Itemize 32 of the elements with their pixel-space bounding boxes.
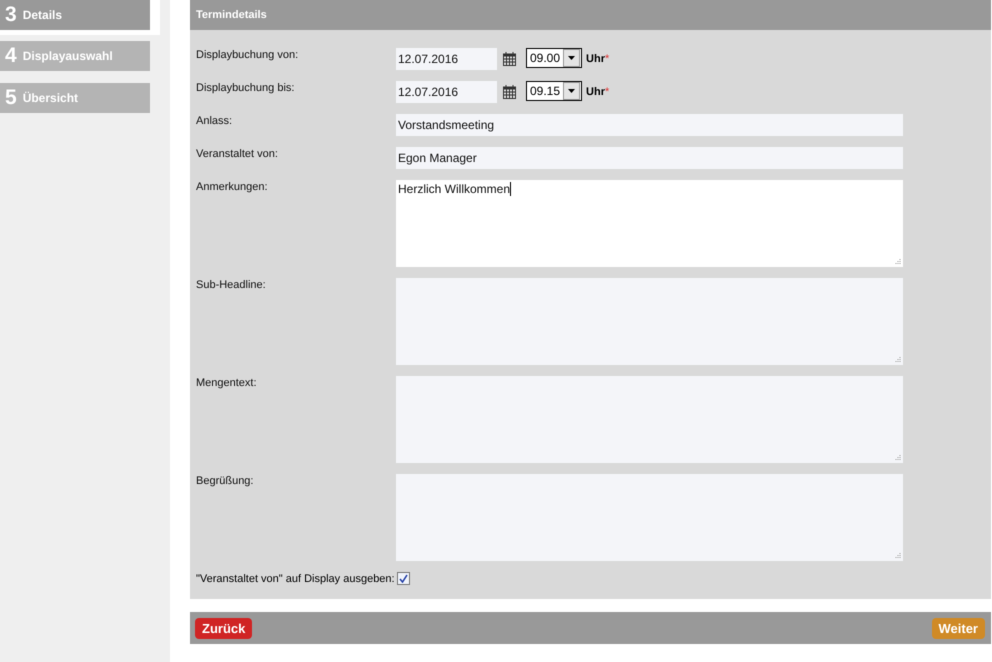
unit-label: Uhr xyxy=(586,86,605,98)
time-select[interactable]: 09.15 xyxy=(526,81,582,101)
resize-grip-icon[interactable] xyxy=(894,258,901,265)
panel-header: Termindetails xyxy=(190,0,991,30)
resize-grip-icon[interactable] xyxy=(894,552,901,559)
unit-label: Uhr xyxy=(586,53,605,65)
field-label: Mengentext: xyxy=(196,376,258,389)
checkbox[interactable] xyxy=(396,572,410,585)
calendar-icon[interactable] xyxy=(503,52,516,66)
checkmark-icon xyxy=(398,574,408,583)
text-field[interactable]: Egon Manager xyxy=(396,147,903,169)
resize-grip-icon[interactable] xyxy=(894,454,901,461)
calendar-icon[interactable] xyxy=(503,85,516,99)
field-label: Anmerkungen: xyxy=(196,180,269,193)
date-field[interactable]: 12.07.2016 xyxy=(396,81,497,103)
field-label: Veranstaltet von: xyxy=(196,147,279,160)
back-button[interactable]: Zurück xyxy=(195,618,252,638)
field-label: Displaybuchung bis: xyxy=(196,81,296,94)
field-label: Sub-Headline: xyxy=(196,278,267,291)
required-mark: * xyxy=(604,86,610,98)
date-field[interactable]: 12.07.2016 xyxy=(396,48,497,70)
required-mark: * xyxy=(604,53,610,65)
text-area[interactable]: Herzlich Willkommen xyxy=(396,180,903,267)
time-select[interactable]: 09.00 xyxy=(526,48,582,68)
field-label: Anlass: xyxy=(196,114,234,127)
checkbox-label: "Veranstaltet von" auf Display ausgeben: xyxy=(196,572,395,584)
field-label: Begrüßung: xyxy=(196,474,254,487)
caret-icon xyxy=(568,89,576,93)
text-field[interactable]: Vorstandsmeeting xyxy=(396,114,903,136)
caret-icon xyxy=(568,56,576,60)
resize-grip-icon[interactable] xyxy=(894,356,901,363)
field-label: Displaybuchung von: xyxy=(196,48,300,61)
